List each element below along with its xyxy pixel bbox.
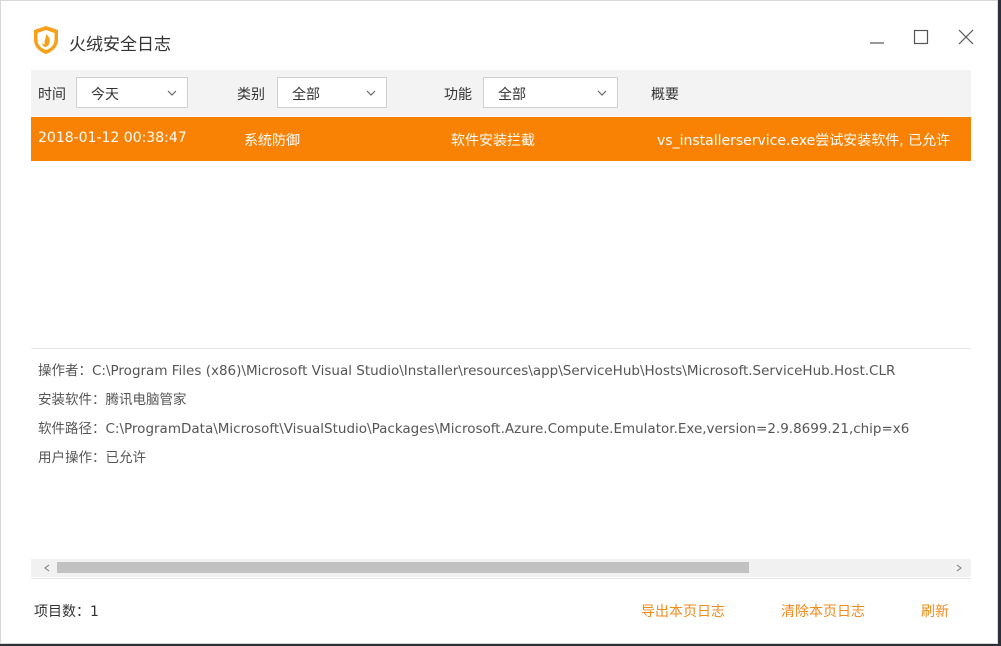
detail-user-action: 用户操作：已允许	[38, 450, 146, 466]
detail-panel: 操作者：C:\Program Files (x86)\Microsoft Vis…	[38, 359, 972, 559]
detail-operator: 操作者：C:\Program Files (x86)\Microsoft Vis…	[38, 363, 896, 379]
chevron-down-icon	[597, 90, 607, 96]
row-category: 系统防御	[244, 133, 300, 149]
window-title: 火绒安全日志	[69, 35, 171, 55]
chevron-left-icon	[44, 564, 50, 572]
close-icon	[958, 29, 974, 45]
chevron-down-icon	[167, 90, 177, 96]
detail-installed-software: 安装软件：腾讯电脑管家	[38, 392, 187, 408]
function-filter-select[interactable]: 全部	[483, 77, 618, 108]
time-filter-select[interactable]: 今天	[76, 77, 188, 108]
scrollbar-thumb[interactable]	[57, 562, 749, 573]
category-filter-select[interactable]: 全部	[277, 77, 387, 108]
function-filter-value: 全部	[498, 87, 526, 103]
row-summary: vs_installerservice.exe尝试安装软件, 已允许	[657, 133, 951, 149]
item-count: 项目数：1	[34, 604, 99, 620]
detail-software-path: 软件路径：C:\ProgramData\Microsoft\VisualStud…	[38, 421, 910, 437]
title-bar[interactable]: 火绒安全日志	[1, 1, 997, 69]
divider	[31, 348, 971, 349]
time-filter-label: 时间	[38, 87, 66, 103]
category-filter-label: 类别	[237, 87, 265, 103]
clear-log-link[interactable]: 清除本页日志	[781, 601, 865, 621]
row-function: 软件安装拦截	[451, 133, 535, 149]
export-log-link[interactable]: 导出本页日志	[641, 601, 725, 621]
summary-column-header: 概要	[651, 87, 679, 103]
divider	[31, 578, 971, 579]
maximize-icon	[913, 29, 929, 45]
row-time: 2018-01-12 00:38:47	[38, 130, 187, 146]
category-filter-value: 全部	[292, 87, 320, 103]
minimize-button[interactable]	[857, 19, 897, 55]
table-row[interactable]: 2018-01-12 00:38:47 系统防御 软件安装拦截 vs_insta…	[31, 117, 971, 161]
function-filter-label: 功能	[444, 87, 472, 103]
shield-flame-icon	[33, 25, 59, 55]
chevron-right-icon	[956, 564, 962, 572]
filter-bar: 时间 今天 类别 全部 功能 全部 概要	[31, 70, 971, 116]
refresh-link[interactable]: 刷新	[921, 601, 949, 621]
horizontal-scrollbar[interactable]	[31, 559, 971, 577]
chevron-down-icon	[366, 90, 376, 96]
time-filter-value: 今天	[91, 87, 119, 103]
scroll-left-button[interactable]	[39, 561, 55, 575]
minimize-icon	[870, 42, 884, 44]
close-button[interactable]	[946, 19, 986, 55]
log-window: 火绒安全日志 时间 今天 类别 全部 功能 全部 概要 2018-01-12 0…	[0, 0, 998, 644]
scroll-right-button[interactable]	[951, 561, 967, 575]
maximize-button[interactable]	[901, 19, 941, 55]
